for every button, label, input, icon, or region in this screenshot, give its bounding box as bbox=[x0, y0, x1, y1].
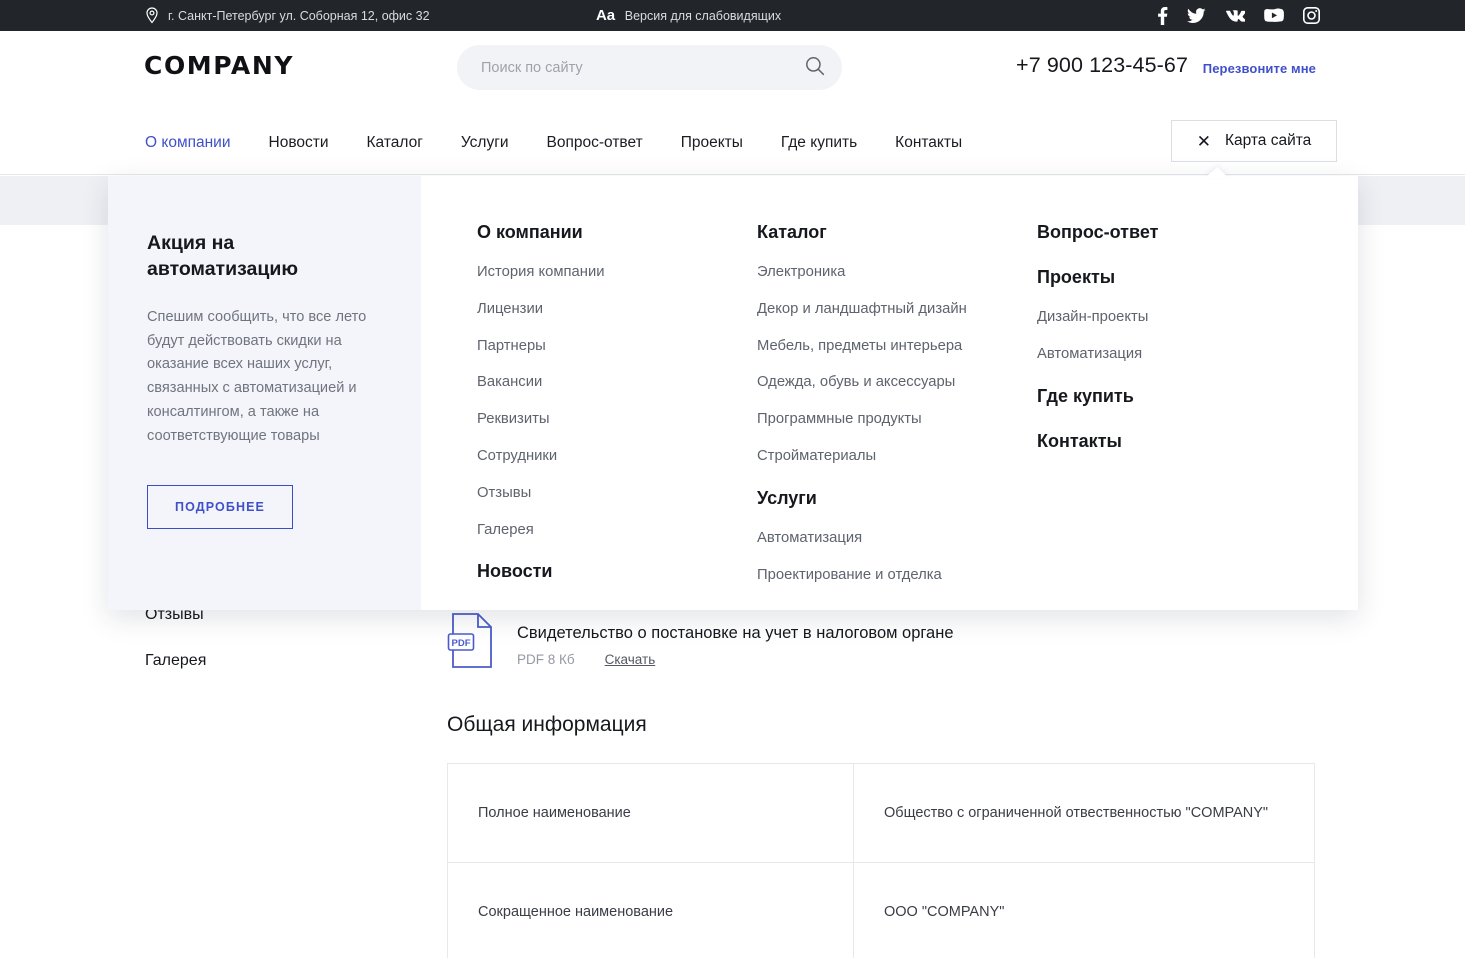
page-root: г. Санкт-Петербург ул. Соборная 12, офис… bbox=[0, 0, 1465, 958]
logo[interactable]: COMPANY bbox=[144, 51, 294, 80]
sitemap-link[interactable]: Сотрудники bbox=[477, 449, 757, 464]
sitemap-column-2: Каталог Электроника Декор и ландшафтный ди… bbox=[757, 222, 1037, 610]
nav-item-0[interactable]: О компании bbox=[145, 134, 231, 152]
document-row: PDF Свидетельство о постановке на учет в… bbox=[447, 612, 954, 669]
sitemap-group-title[interactable]: Проекты bbox=[1037, 267, 1297, 288]
sitemap-link[interactable]: Декор и ландшафтный дизайн bbox=[757, 302, 1037, 317]
sitemap-link[interactable]: Партнеры bbox=[477, 339, 757, 354]
nav-item-3[interactable]: Услуги bbox=[461, 134, 509, 152]
accessibility-label: Версия для слабовидящих bbox=[625, 9, 781, 23]
page-section-title: Общая информация bbox=[447, 713, 647, 737]
sitemap-column-1: О компании История компании Лицензии Партне… bbox=[477, 222, 757, 610]
nav-item-4[interactable]: Вопрос-ответ bbox=[547, 134, 643, 152]
sitemap-link[interactable]: Проектирование и отделка bbox=[757, 568, 1037, 583]
sitemap-column-3: Вопрос-ответ Проекты Дизайн-проекты Автомат… bbox=[1037, 222, 1297, 610]
document-size: PDF 8 Кб bbox=[517, 652, 575, 667]
table-cell-key: Сокращенное наименование bbox=[448, 863, 854, 958]
address-block: г. Санкт-Петербург ул. Соборная 12, офис… bbox=[145, 0, 430, 31]
nav-item-1[interactable]: Новости bbox=[269, 134, 329, 152]
sitemap-group: Вопрос-ответ bbox=[1037, 222, 1297, 243]
close-icon: ✕ bbox=[1197, 133, 1211, 150]
sitemap-group-title[interactable]: Вопрос-ответ bbox=[1037, 222, 1297, 243]
sitemap-button-label: Карта сайта bbox=[1225, 132, 1311, 150]
sitemap-link[interactable]: Лицензии bbox=[477, 302, 757, 317]
search-icon bbox=[805, 56, 825, 79]
sitemap-link[interactable]: Вакансии bbox=[477, 375, 757, 390]
nav-item-5[interactable]: Проекты bbox=[681, 134, 743, 152]
nav-item-2[interactable]: Каталог bbox=[367, 134, 423, 152]
promo-panel: Акция на автоматизацию Спешим сообщить, … bbox=[108, 176, 421, 610]
site-header: COMPANY +7 900 123-45-67 Перезвоните мне bbox=[0, 31, 1465, 112]
download-link[interactable]: Скачать bbox=[605, 652, 656, 667]
callback-link[interactable]: Перезвоните мне bbox=[1203, 61, 1316, 76]
sitemap-dropdown: Акция на автоматизацию Спешим сообщить, … bbox=[108, 176, 1358, 610]
promo-text: Спешим сообщить, что все лето будут дейс… bbox=[147, 306, 383, 449]
sitemap-link[interactable]: Отзывы bbox=[477, 486, 757, 501]
address-text: г. Санкт-Петербург ул. Соборная 12, офис… bbox=[168, 9, 430, 23]
sitemap-link[interactable]: Дизайн-проекты bbox=[1037, 310, 1297, 325]
nav-list: О компании Новости Каталог Услуги Вопрос-отв… bbox=[145, 112, 1000, 174]
nav-item-6[interactable]: Где купить bbox=[781, 134, 857, 152]
sitemap-link[interactable]: Одежда, обувь и аксессуары bbox=[757, 375, 1037, 390]
sitemap-link[interactable]: История компании bbox=[477, 265, 757, 280]
sitemap-link[interactable]: Галерея bbox=[477, 523, 757, 538]
document-meta: PDF 8 Кб Скачать bbox=[517, 652, 954, 667]
sitemap-group-title[interactable]: Новости bbox=[477, 561, 757, 582]
accessibility-version-toggle[interactable]: Аа Версия для слабовидящих bbox=[596, 0, 781, 31]
search-button[interactable] bbox=[788, 45, 842, 90]
twitter-icon[interactable] bbox=[1187, 8, 1206, 24]
social-links bbox=[1157, 0, 1320, 31]
sitemap-group-title[interactable]: Услуги bbox=[757, 488, 1037, 509]
sitemap-group-title[interactable]: Где купить bbox=[1037, 386, 1297, 407]
sitemap-columns: О компании История компании Лицензии Партне… bbox=[421, 176, 1358, 610]
table-cell-value: ООО "COMPANY" bbox=[854, 863, 1315, 958]
document-title[interactable]: Свидетельство о постановке на учет в нал… bbox=[517, 624, 954, 643]
aa-icon: Аа bbox=[596, 7, 615, 24]
sidebar-item-2[interactable]: Галерея bbox=[145, 652, 405, 670]
sitemap-group: Каталог Электроника Декор и ландшафтный ди… bbox=[757, 222, 1037, 464]
sitemap-link[interactable]: Автоматизация bbox=[1037, 347, 1297, 362]
sitemap-group: Контакты bbox=[1037, 431, 1297, 452]
instagram-icon[interactable] bbox=[1303, 7, 1320, 24]
table-cell-key: Полное наименование bbox=[448, 764, 854, 863]
search-input[interactable] bbox=[457, 60, 788, 76]
svg-text:PDF: PDF bbox=[452, 638, 471, 649]
sitemap-group: Где купить bbox=[1037, 386, 1297, 407]
promo-details-button[interactable]: ПОДРОБНЕЕ bbox=[147, 485, 293, 529]
sitemap-link[interactable]: Автоматизация bbox=[757, 531, 1037, 546]
sitemap-group-title[interactable]: О компании bbox=[477, 222, 757, 243]
table-row: Сокращенное наименованиеООО "COMPANY" bbox=[448, 863, 1315, 958]
vk-icon[interactable] bbox=[1225, 9, 1245, 22]
sitemap-link[interactable]: Программные продукты bbox=[757, 412, 1037, 427]
sitemap-group-title[interactable]: Каталог bbox=[757, 222, 1037, 243]
sitemap-link[interactable]: Мебель, предметы интерьера bbox=[757, 339, 1037, 354]
general-info-table: Полное наименованиеОбщество с ограниченн… bbox=[447, 763, 1315, 958]
pdf-file-icon: PDF bbox=[447, 612, 497, 669]
main-navigation: О компании Новости Каталог Услуги Вопрос-отв… bbox=[0, 112, 1465, 175]
table-row: Полное наименованиеОбщество с ограниченн… bbox=[448, 764, 1315, 863]
location-pin-icon bbox=[145, 7, 159, 24]
sitemap-group: Проекты Дизайн-проекты Автоматизация bbox=[1037, 267, 1297, 362]
facebook-icon[interactable] bbox=[1157, 7, 1168, 25]
sitemap-group: Новости bbox=[477, 561, 757, 582]
top-utility-bar: г. Санкт-Петербург ул. Соборная 12, офис… bbox=[0, 0, 1465, 31]
dropdown-pointer bbox=[1205, 167, 1229, 178]
promo-title: Акция на автоматизацию bbox=[147, 231, 383, 283]
search-bar bbox=[457, 45, 842, 90]
table-cell-value: Общество с ограниченной отвественностью … bbox=[854, 764, 1315, 863]
sitemap-button[interactable]: ✕ Карта сайта bbox=[1171, 120, 1337, 162]
youtube-icon[interactable] bbox=[1264, 8, 1284, 23]
phone-number[interactable]: +7 900 123-45-67 bbox=[1016, 53, 1188, 78]
sitemap-link[interactable]: Стройматериалы bbox=[757, 449, 1037, 464]
sitemap-group-title[interactable]: Контакты bbox=[1037, 431, 1297, 452]
sitemap-group: Услуги Автоматизация Проектирование и отде… bbox=[757, 488, 1037, 583]
nav-item-7[interactable]: Контакты bbox=[895, 134, 962, 152]
sitemap-link[interactable]: Реквизиты bbox=[477, 412, 757, 427]
sitemap-link[interactable]: Электроника bbox=[757, 265, 1037, 280]
sitemap-group: О компании История компании Лицензии Партне… bbox=[477, 222, 757, 537]
